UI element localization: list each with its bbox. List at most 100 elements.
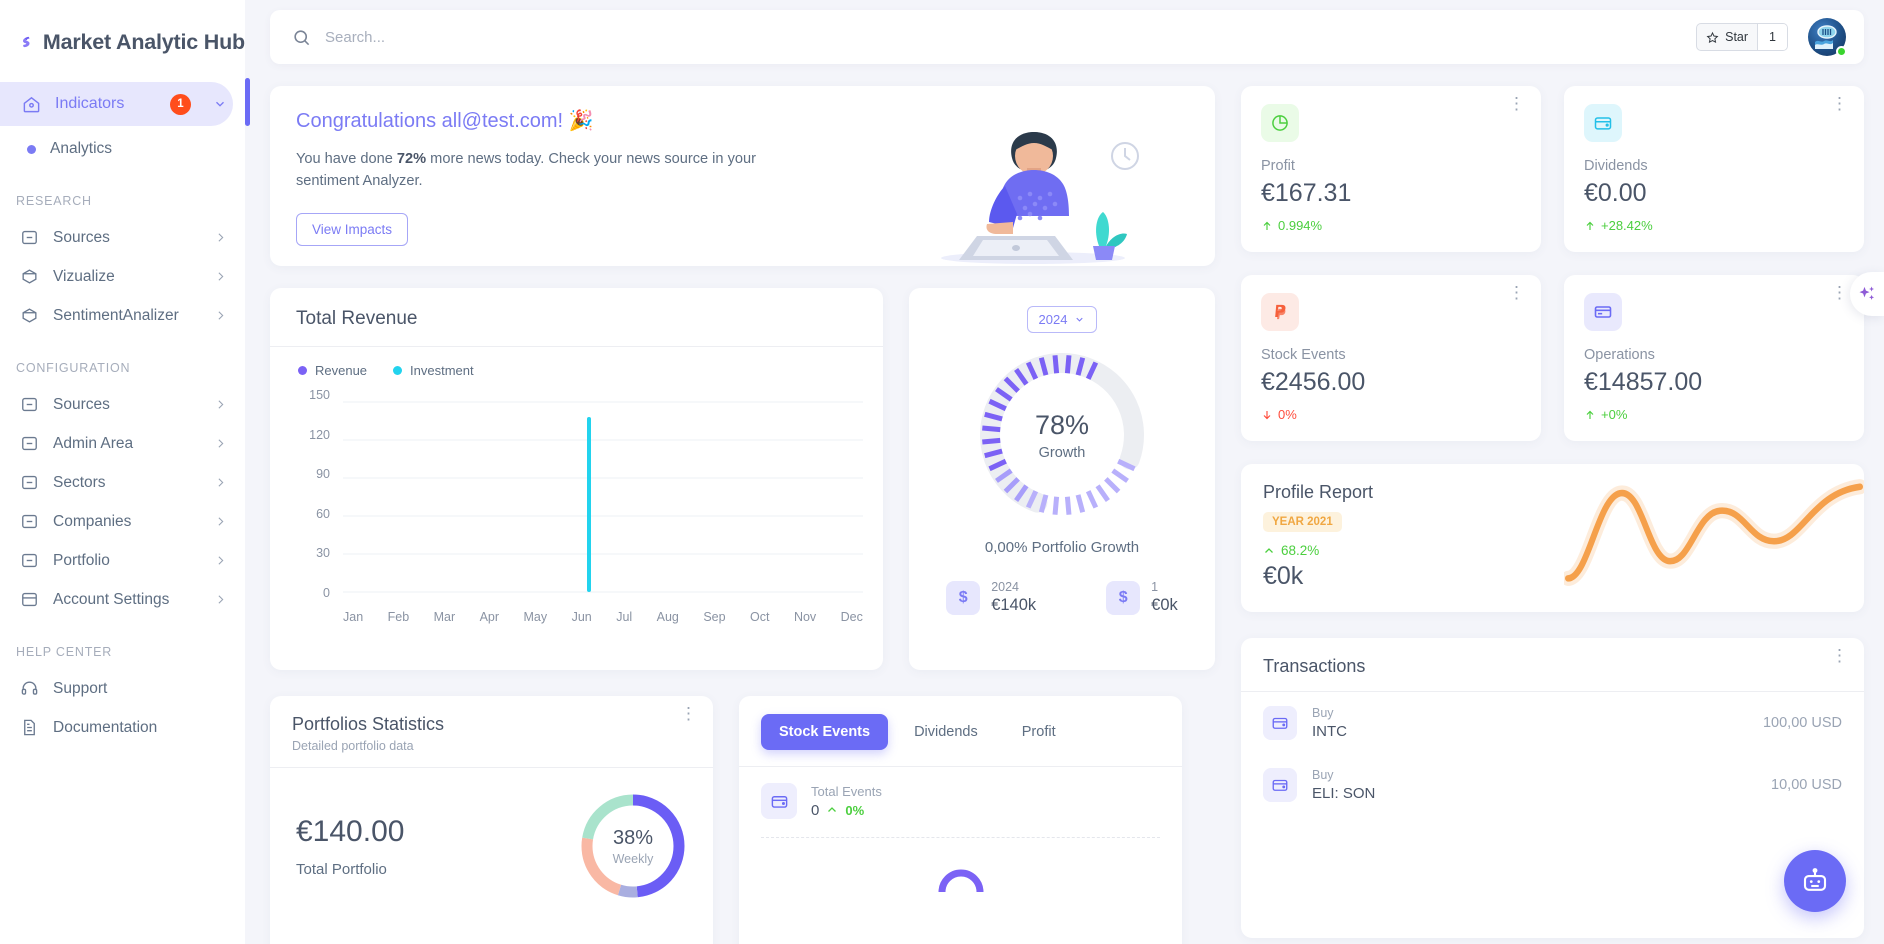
sidebar-item-label: Companies	[53, 512, 132, 530]
profile-sparkline	[1564, 479, 1864, 586]
donut-center-labels: 38% Weekly	[579, 792, 687, 900]
y-tick: 90	[316, 467, 330, 482]
portfolios-menu-icon[interactable]: ⋮	[680, 705, 697, 722]
growth-gauge: 78% Growth	[974, 347, 1150, 523]
tab-stock-events[interactable]: Stock Events	[761, 714, 889, 750]
inbox-icon	[22, 230, 37, 245]
legend-investment[interactable]: Investment	[393, 363, 474, 378]
transactions-menu-icon[interactable]: ⋮	[1831, 647, 1848, 664]
portfolios-title: Portfolios Statistics	[292, 714, 445, 734]
dividends-menu-icon[interactable]: ⋮	[1831, 95, 1848, 112]
sidebar-item-companies[interactable]: Companies	[0, 502, 245, 541]
transactions-title: Transactions	[1263, 656, 1366, 676]
stat-title: Dividends	[1584, 158, 1648, 174]
sidebar-item-analytics[interactable]: Analytics	[0, 130, 245, 168]
year-select[interactable]: 2024	[1026, 306, 1098, 333]
sidebar-item-sectors[interactable]: Sectors	[0, 463, 245, 502]
donut-percent: 38%	[612, 826, 654, 849]
robot-icon	[1803, 868, 1827, 891]
tab-dividends[interactable]: Dividends	[896, 714, 996, 750]
wallet-glyph-icon	[1272, 717, 1288, 729]
total-revenue-title: Total Revenue	[270, 288, 883, 347]
x-axis-ticks: Jan Feb Mar Apr May Jun Jul Aug Sep Oct	[343, 610, 863, 624]
sidebar-item-label: Sources	[53, 395, 110, 413]
x-tick: May	[523, 610, 548, 624]
view-impacts-button[interactable]: View Impacts	[296, 212, 409, 246]
profit-menu-icon[interactable]: ⋮	[1508, 95, 1525, 112]
bottom-row-left: Portfolios Statistics Detailed portfolio…	[270, 696, 1215, 944]
table-row[interactable]: Buy ELI: SON 10,00 USD	[1241, 754, 1864, 816]
wallet-icon	[1584, 104, 1622, 142]
transaction-name: ELI: SON	[1312, 785, 1376, 802]
sidebar-item-label: Portfolio	[53, 551, 110, 569]
indicators-badge: 1	[170, 93, 191, 115]
stat-delta-wrap: 0%	[1261, 407, 1521, 422]
stock-events-menu-icon[interactable]: ⋮	[1508, 284, 1525, 301]
sidebar: Market Analytic Hub Indicators 1 Analyti…	[0, 0, 245, 944]
stat-value: €0.00	[1584, 179, 1647, 207]
wallet-glyph-icon	[1594, 117, 1612, 130]
sidebar-item-sources-research[interactable]: Sources	[0, 218, 245, 257]
sidebar-item-account-settings[interactable]: Account Settings	[0, 580, 245, 619]
sidebar-item-portfolio[interactable]: Portfolio	[0, 541, 245, 580]
dollar-icon: $	[1106, 580, 1141, 615]
tab-profit[interactable]: Profit	[1004, 714, 1074, 750]
revenue-chart-svg	[343, 401, 863, 593]
sidebar-section-configuration: CONFIGURATION	[16, 361, 131, 375]
legend-dot-investment-icon	[393, 366, 403, 375]
stat-delta-wrap: +0%	[1584, 407, 1844, 422]
legend-revenue[interactable]: Revenue	[298, 363, 367, 378]
search-input[interactable]	[323, 22, 643, 52]
document-icon	[24, 719, 35, 736]
chevron-right-icon	[218, 556, 224, 565]
inbox-icon	[22, 397, 37, 412]
chevron-down-icon[interactable]	[213, 97, 227, 111]
y-tick: 150	[309, 388, 330, 402]
top-bar: Star 1	[270, 10, 1864, 64]
avatar[interactable]	[1808, 18, 1847, 57]
gauge-subtitle: 0,00% Portfolio Growth	[984, 539, 1140, 556]
sidebar-item-vizualize[interactable]: Vizualize	[0, 257, 245, 296]
stat-value: €14857.00	[1584, 368, 1703, 396]
sidebar-item-admin-area[interactable]: Admin Area	[0, 424, 245, 463]
sidebar-item-indicators[interactable]: Indicators 1	[0, 82, 233, 126]
total-events-delta: 0%	[845, 802, 865, 818]
operations-menu-icon[interactable]: ⋮	[1831, 284, 1848, 301]
sidebar-section-help-center: HELP CENTER	[16, 645, 113, 659]
portfolios-amount: €140.00	[296, 814, 405, 848]
star-icon	[1706, 31, 1719, 43]
search-icon[interactable]	[292, 28, 311, 47]
x-tick: Oct	[750, 610, 770, 624]
inbox-icon	[22, 475, 37, 490]
star-label: Star	[1725, 30, 1749, 44]
sidebar-item-label: Vizualize	[53, 267, 115, 285]
pie-chart-glyph-icon	[1272, 115, 1288, 131]
sidebar-item-documentation[interactable]: Documentation	[0, 708, 245, 747]
inbox-icon	[22, 514, 37, 529]
sidebar-item-label: Sectors	[53, 473, 106, 491]
main-content: Star 1	[245, 0, 1884, 944]
gauge-stat-value: €140k	[991, 596, 1037, 614]
sidebar-item-label: Indicators	[55, 95, 125, 112]
year-select-value: 2024	[1038, 312, 1068, 327]
inbox-icon	[22, 436, 37, 451]
sidebar-item-label: Admin Area	[53, 434, 134, 452]
stat-value: €167.31	[1261, 179, 1352, 207]
chatbot-fab[interactable]	[1784, 850, 1846, 912]
sidebar-item-sources-config[interactable]: Sources	[0, 385, 245, 424]
stat-card-stock-events: ⋮ Stock Events €2456.00 0%	[1241, 275, 1541, 441]
total-events-label: Total Events	[811, 783, 882, 799]
stat-title: Stock Events	[1261, 347, 1346, 363]
table-row[interactable]: Buy INTC 100,00 USD	[1241, 692, 1864, 754]
transaction-amount: 100,00	[1762, 715, 1808, 731]
star-button[interactable]: Star 1	[1696, 23, 1788, 51]
sidebar-item-support[interactable]: Support	[0, 669, 245, 708]
x-tick: Mar	[433, 610, 456, 624]
chevron-right-icon	[218, 595, 224, 604]
cube-icon	[22, 269, 37, 284]
sidebar-item-sentimentanalizer[interactable]: SentimentAnalizer	[0, 296, 245, 335]
x-tick: Jan	[343, 610, 364, 624]
stat-card-profit: ⋮ Profit €167.31 0.994%	[1241, 86, 1541, 252]
inbox-icon	[22, 553, 37, 568]
gauge-stat-title: 2024	[991, 580, 1020, 594]
